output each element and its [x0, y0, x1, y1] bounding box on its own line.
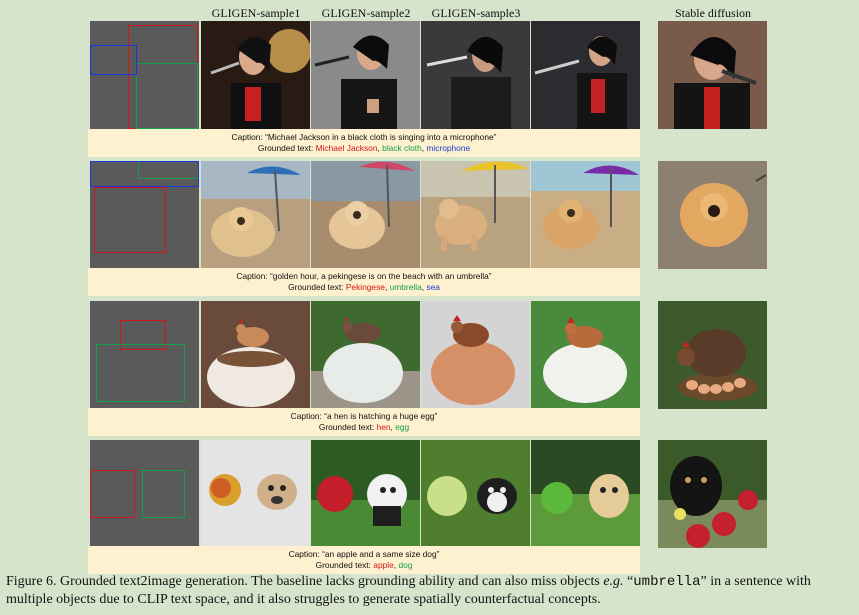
caption-text-row1: Caption: “Michael Jackson in a black clo… [231, 132, 497, 142]
gligen-sample3-image-row4 [421, 440, 530, 548]
layout-boxes-row2 [90, 161, 199, 269]
figure-caption-code-word: umbrella [633, 574, 701, 590]
gligen-sample1-image-row2 [201, 161, 310, 269]
stable-diffusion-image-row1 [658, 21, 767, 129]
caption-band-row4: Caption: “an apple and a same size dog” … [88, 546, 640, 574]
gligen-sample4-image-row1 [531, 21, 640, 129]
grounded-entity: microphone [426, 143, 471, 153]
layout-boxes-row3 [90, 301, 199, 409]
caption-band-row3: Caption: “a hen is hatching a huge egg” … [88, 408, 640, 436]
grounded-entity: umbrella [389, 282, 422, 292]
figure-caption-quote-open: “ [623, 574, 634, 589]
caption-text-row3: Caption: “a hen is hatching a huge egg” [290, 411, 438, 421]
stable-diffusion-image-row3 [658, 301, 767, 409]
bbox-pekingese [94, 187, 166, 253]
gligen-sample4-image-row4 [531, 440, 640, 548]
gligen-sample4-image-row2 [531, 161, 640, 269]
header-gligen-sample3: GLIGEN-sample3 [431, 6, 521, 20]
gligen-sample2-image-row3 [311, 301, 420, 409]
figure-caption-eg: e.g. [603, 574, 624, 589]
grounded-text-row2: Grounded text: Pekingese, umbrella, sea [288, 282, 440, 292]
grounded-text-row3: Grounded text: hen, egg [318, 422, 410, 432]
grounded-prefix: Grounded text: [288, 282, 346, 292]
caption-band-row1: Caption: “Michael Jackson in a black clo… [88, 129, 640, 157]
layout-boxes-row1 [90, 21, 199, 129]
bbox-black-cloth [136, 63, 198, 129]
grounded-entity: black cloth [382, 143, 422, 153]
header-stable-diffusion: Stable diffusion [674, 6, 752, 20]
grounded-text-row1: Grounded text: Michael Jackson, black cl… [257, 143, 471, 153]
layout-boxes-row4 [90, 440, 199, 548]
caption-band-row2: Caption: “golden hour, a pekingese is on… [88, 268, 640, 296]
gligen-sample3-image-row3 [421, 301, 530, 409]
gligen-sample1-image-row4 [201, 440, 310, 548]
caption-text-row4: Caption: “an apple and a same size dog” [288, 549, 440, 559]
caption-text-row2: Caption: “golden hour, a pekingese is on… [236, 271, 492, 281]
stable-diffusion-image-row2 [658, 161, 767, 269]
grounded-entity: apple [373, 560, 394, 570]
grounded-entity: dog [398, 560, 413, 570]
gligen-sample3-image-row2 [421, 161, 530, 269]
stable-diffusion-image-row4 [658, 440, 767, 548]
gligen-sample3-image-row1 [421, 21, 530, 129]
gligen-sample2-image-row2 [311, 161, 420, 269]
grounded-entity: egg [395, 422, 410, 432]
bbox-microphone [90, 45, 137, 75]
grounded-prefix: Grounded text: [257, 143, 316, 153]
grounded-entity: Michael Jackson [315, 143, 378, 153]
figure-caption: Figure 6. Grounded text2image generation… [6, 573, 856, 608]
gligen-sample2-image-row1 [311, 21, 420, 129]
header-gligen-sample1: GLIGEN-sample1 [211, 6, 301, 20]
gligen-sample1-image-row3 [201, 301, 310, 409]
grounded-entity: Pekingese [345, 282, 385, 292]
grounded-prefix: Grounded text: [315, 560, 374, 570]
gligen-sample1-image-row1 [201, 21, 310, 129]
grounded-prefix: Grounded text: [318, 422, 377, 432]
bbox-dog [142, 470, 185, 518]
figure-caption-part1: Figure 6. Grounded text2image generation… [6, 574, 604, 589]
bbox-apple [90, 470, 135, 518]
header-gligen-sample2: GLIGEN-sample2 [321, 6, 411, 20]
grounded-text-row4: Grounded text: apple, dog [315, 560, 413, 570]
grounded-entity: hen [376, 422, 391, 432]
bbox-egg [96, 344, 185, 402]
gligen-sample2-image-row4 [311, 440, 420, 548]
grounded-entity: sea [426, 282, 440, 292]
bbox-sea [90, 161, 199, 187]
gligen-sample4-image-row3 [531, 301, 640, 409]
